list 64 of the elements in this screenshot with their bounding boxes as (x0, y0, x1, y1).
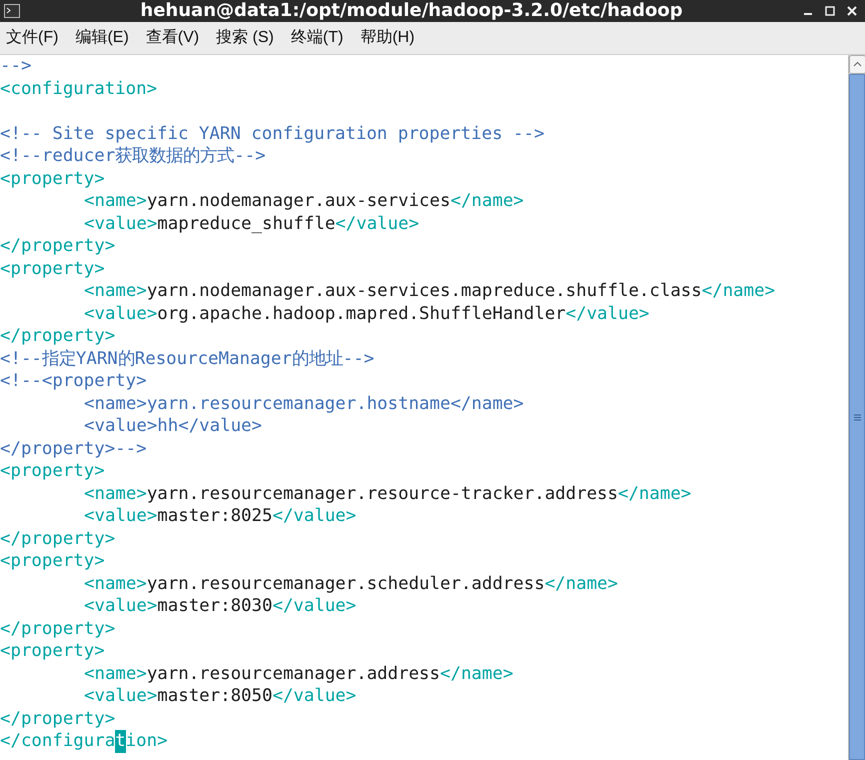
xml-tag: <property> (0, 258, 105, 280)
code-text: org.apache.hadoop.mapred.ShuffleHandler (157, 302, 566, 325)
code-text: master:8050 (157, 685, 272, 708)
xml-tag: </name> (440, 662, 514, 685)
xml-tag: <name> (84, 572, 147, 595)
xml-tag: <property> (0, 460, 105, 482)
menu-item[interactable]: 帮助(H) (360, 28, 415, 48)
code-text: yarn.resourcemanager.address (146, 662, 440, 685)
xml-tag: </property> (0, 708, 116, 730)
code-comment: --> (0, 55, 32, 78)
code-comment: <!--指定YARN的ResourceManager的地址--> (0, 348, 374, 370)
xml-tag: </property> (0, 235, 116, 258)
menu-item[interactable]: 文件(F) (6, 28, 58, 48)
xml-tag: <name> (84, 482, 147, 505)
maximize-icon[interactable] (825, 6, 835, 16)
xml-tag: <configuration> (0, 78, 158, 100)
menu-item[interactable]: 终端(T) (290, 28, 344, 48)
code-text: yarn.resourcemanager.resource-tracker.address (146, 482, 618, 505)
xml-tag: <name> (84, 190, 147, 212)
xml-tag: <value> (84, 685, 158, 708)
code-comment: <!--<property> (0, 370, 147, 392)
xml-tag: <name> (84, 280, 147, 302)
xml-tag: </value> (272, 595, 356, 618)
xml-tag: </value> (566, 302, 650, 325)
xml-tag: </name> (544, 572, 618, 595)
terminal-icon (4, 4, 20, 18)
xml-tag: </configura (0, 730, 116, 752)
code-comment: <!-- Site specific YARN configuration properties --> (0, 122, 544, 145)
xml-tag: <name> (84, 662, 147, 685)
xml-tag: </value> (335, 212, 420, 235)
xml-tag: <value> (84, 505, 158, 528)
text-cursor: t (115, 730, 126, 752)
xml-tag: </name> (618, 482, 692, 505)
code-comment: </property>--> (0, 438, 147, 460)
code-text: master:8030 (157, 595, 272, 618)
xml-tag: <property> (0, 640, 105, 662)
xml-tag: </name> (702, 280, 776, 302)
code-comment: <!--reducer获取数据的方式--> (0, 145, 266, 168)
xml-tag: </value> (272, 685, 356, 708)
menu-item[interactable]: 查看(V) (146, 28, 200, 48)
xml-tag: </property> (0, 528, 116, 550)
menu-item[interactable]: 编辑(E) (75, 28, 129, 48)
xml-tag: </property> (0, 618, 116, 640)
window-title: hehuan@data1:/opt/module/hadoop-3.2.0/etc/hadoop (140, 0, 683, 22)
xml-tag: <value> (84, 595, 158, 618)
code-text: yarn.nodemanager.aux-services (146, 190, 450, 212)
code-comment: <value>hh</value> (84, 415, 262, 438)
xml-tag: </value> (272, 505, 356, 528)
scroll-up-icon[interactable] (849, 55, 865, 74)
code-text: master:8025 (157, 505, 272, 528)
xml-tag: <property> (0, 168, 105, 190)
xml-tag: <property> (0, 550, 105, 572)
xml-tag: </name> (450, 190, 524, 212)
xml-tag: </property> (0, 325, 116, 348)
xml-tag: ion> (126, 730, 168, 752)
menu-item[interactable]: 搜索 (S) (216, 28, 274, 48)
code-text: mapreduce_shuffle (157, 212, 336, 235)
code-comment: <name>yarn.resourcemanager.hostname</name> (84, 392, 524, 415)
grip-icon (854, 414, 860, 420)
xml-tag: <value> (84, 212, 158, 235)
close-icon[interactable] (847, 6, 857, 16)
code-text: yarn.nodemanager.aux-services.mapreduce.shuffle.class (146, 280, 702, 302)
code-text: yarn.resourcemanager.scheduler.address (146, 572, 545, 595)
xml-tag: <value> (84, 302, 158, 325)
